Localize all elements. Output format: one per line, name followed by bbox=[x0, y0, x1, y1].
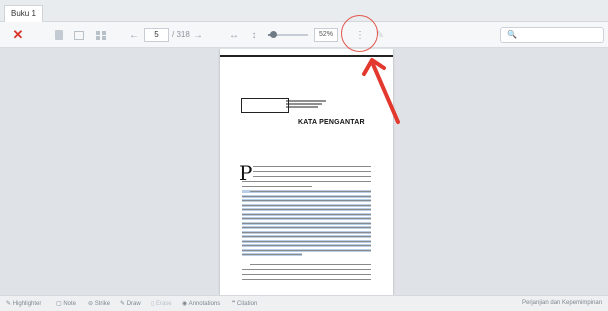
document-viewer[interactable]: KATA PENGANTAR P bbox=[0, 49, 608, 295]
highlighter-button[interactable]: ✎ Highlighter bbox=[6, 300, 41, 307]
erase-label: Erase bbox=[155, 301, 172, 307]
page-number-input[interactable]: 5 bbox=[144, 28, 169, 42]
draw-button[interactable]: ✎ Draw bbox=[120, 300, 141, 307]
highlighted-text-line bbox=[250, 191, 371, 193]
grid-view-button[interactable] bbox=[94, 27, 108, 43]
annotation-bar: ✎ Highlighter ▢ Note ⊖ Strike ✎ Draw ▯ E… bbox=[0, 295, 608, 311]
text-line bbox=[242, 269, 371, 271]
prev-arrow-icon[interactable]: ← bbox=[128, 27, 140, 43]
zoom-slider-handle[interactable] bbox=[270, 31, 278, 38]
citation-label: Citation bbox=[236, 301, 258, 307]
annotation-circle bbox=[341, 15, 378, 52]
draw-label: Draw bbox=[126, 301, 141, 307]
text-line bbox=[242, 181, 371, 183]
note-button[interactable]: ▢ Note bbox=[56, 300, 76, 307]
highlighted-text-line bbox=[242, 209, 371, 211]
single-page-view-button[interactable] bbox=[52, 27, 66, 43]
text-line bbox=[242, 186, 312, 188]
next-arrow-icon[interactable]: → bbox=[192, 27, 204, 43]
text-line bbox=[250, 264, 371, 266]
highlighted-text-line bbox=[242, 222, 371, 224]
highlighted-text-line bbox=[242, 218, 371, 220]
highlighted-text-line bbox=[242, 200, 371, 202]
two-page-view-button[interactable] bbox=[72, 27, 86, 43]
annotations-label: Annotations bbox=[188, 301, 221, 307]
highlighted-text-line bbox=[242, 254, 302, 256]
strike-label: Strike bbox=[94, 301, 111, 307]
highlighter-label: Highlighter bbox=[12, 301, 42, 307]
highlighted-text-line bbox=[242, 204, 371, 206]
grid-icon bbox=[96, 30, 106, 40]
zoom-level[interactable]: 52% bbox=[314, 28, 338, 42]
page-heading: KATA PENGANTAR bbox=[298, 119, 365, 126]
search-input[interactable]: 🔍 bbox=[500, 27, 604, 43]
highlighted-text-line bbox=[242, 195, 371, 197]
highlighted-text-line bbox=[242, 249, 371, 251]
reader-toolbar: ✕ ← 5 / 318 → ↔ ↕ 52% ⋮ ✎ 🔍 bbox=[0, 22, 608, 48]
drop-cap: P bbox=[239, 161, 253, 185]
citation-button[interactable]: ❞ Citation bbox=[232, 300, 257, 307]
page-total: / 318 bbox=[172, 30, 190, 39]
close-icon[interactable]: ✕ bbox=[10, 27, 26, 43]
tab-buku-1[interactable]: Buku 1 bbox=[4, 5, 43, 22]
text-line bbox=[253, 176, 371, 178]
annotation-arrow-icon bbox=[362, 58, 400, 124]
text-line bbox=[242, 274, 371, 276]
fit-height-icon[interactable]: ↕ bbox=[249, 27, 259, 43]
highlighted-text-line bbox=[242, 245, 371, 247]
logo-lines bbox=[286, 100, 326, 108]
highlighted-text-line bbox=[242, 213, 371, 215]
highlighted-text-line bbox=[242, 236, 371, 238]
highlighted-text-line bbox=[242, 231, 371, 233]
annotations-button[interactable]: ◉ Annotations bbox=[182, 300, 220, 307]
erase-button[interactable]: ▯ Erase bbox=[151, 300, 172, 307]
text-line bbox=[253, 171, 371, 173]
tab-bar: Buku 1 bbox=[0, 0, 608, 22]
two-page-icon bbox=[74, 30, 84, 40]
highlighted-text-line bbox=[242, 240, 371, 242]
page-icon bbox=[55, 30, 63, 40]
search-icon: 🔍 bbox=[507, 30, 517, 39]
text-line bbox=[242, 279, 371, 281]
text-line bbox=[253, 166, 371, 168]
strike-button[interactable]: ⊖ Strike bbox=[88, 300, 110, 307]
book-title-footer: Perjanjian dan Kepemimpinan bbox=[522, 300, 603, 306]
fit-width-icon[interactable]: ↔ bbox=[228, 27, 240, 43]
chapter-logo bbox=[241, 98, 326, 113]
highlighted-text-line bbox=[242, 227, 371, 229]
note-label: Note bbox=[63, 301, 77, 307]
